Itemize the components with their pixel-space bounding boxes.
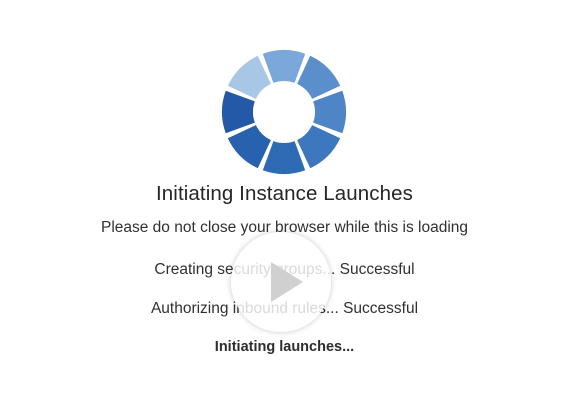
spinner-segment <box>297 125 341 169</box>
spinner-segment <box>227 125 271 169</box>
video-frame: Initiating Instance Launches Please do n… <box>0 0 569 418</box>
spinner-segment <box>262 50 306 83</box>
spinner-segment <box>227 55 271 99</box>
spinner-segment <box>222 90 255 134</box>
loading-spinner-icon <box>219 47 349 177</box>
loading-title: Initiating Instance Launches <box>156 182 413 205</box>
spinner-segment <box>313 90 346 134</box>
status-step-initiating-launches: Initiating launches... <box>214 339 355 355</box>
spinner-segment <box>297 55 341 99</box>
play-button[interactable] <box>231 232 331 332</box>
spinner-segment <box>262 141 306 174</box>
play-icon <box>271 262 303 302</box>
